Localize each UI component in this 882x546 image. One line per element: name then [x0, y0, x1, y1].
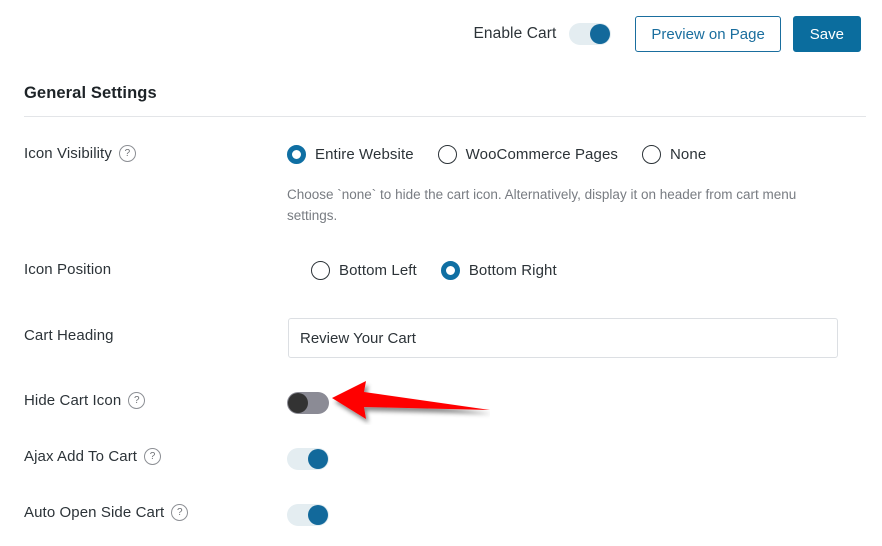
- icon-position-label: Icon Position: [24, 261, 112, 278]
- radio-option-bottom-right[interactable]: Bottom Right: [440, 261, 557, 280]
- enable-cart-toggle[interactable]: [569, 23, 612, 45]
- toggle-knob: [288, 393, 308, 413]
- icon-visibility-control: Entire Website WooCommerce Pages None: [287, 145, 706, 164]
- auto-open-side-cart-control: [287, 504, 329, 526]
- radio-option-bottom-left[interactable]: Bottom Left: [311, 261, 417, 280]
- hide-cart-icon-toggle[interactable]: [287, 392, 329, 414]
- radio-indicator[interactable]: [440, 261, 460, 280]
- cart-heading-label-group: Cart Heading: [24, 327, 114, 344]
- icon-visibility-label: Icon Visibility: [24, 145, 112, 162]
- radio-option-woocommerce-pages[interactable]: WooCommerce Pages: [437, 145, 618, 164]
- ajax-add-to-cart-toggle[interactable]: [287, 448, 329, 470]
- enable-cart-group: Enable Cart: [473, 23, 612, 45]
- top-action-bar: Enable Cart Preview on Page Save: [0, 0, 882, 68]
- help-icon[interactable]: ?: [144, 448, 162, 465]
- toggle-knob: [308, 505, 328, 525]
- icon-visibility-helptext: Choose `none` to hide the cart icon. Alt…: [287, 187, 797, 223]
- hide-cart-icon-label-group: Hide Cart Icon ?: [24, 392, 146, 409]
- toggle-knob: [308, 449, 328, 469]
- section-divider: [24, 116, 866, 117]
- radio-option-entire-website[interactable]: Entire Website: [287, 145, 414, 164]
- radio-indicator[interactable]: [437, 145, 457, 164]
- auto-open-side-cart-label-group: Auto Open Side Cart ?: [24, 504, 189, 521]
- cart-heading-label: Cart Heading: [24, 327, 114, 344]
- radio-label: Entire Website: [315, 146, 414, 163]
- radio-label: Bottom Left: [339, 262, 417, 279]
- help-icon[interactable]: ?: [171, 504, 189, 521]
- radio-label: Bottom Right: [468, 262, 557, 279]
- toggle-knob: [590, 24, 611, 44]
- preview-on-page-button[interactable]: Preview on Page: [635, 16, 781, 52]
- enable-cart-label: Enable Cart: [473, 25, 557, 42]
- radio-indicator[interactable]: [287, 145, 306, 164]
- icon-visibility-label-group: Icon Visibility ?: [24, 145, 136, 162]
- radio-indicator[interactable]: [311, 261, 330, 280]
- icon-visibility-radio-group: Entire Website WooCommerce Pages None: [287, 145, 706, 164]
- radio-label: None: [670, 146, 707, 163]
- radio-indicator[interactable]: [642, 145, 661, 164]
- hide-cart-icon-control: [287, 392, 329, 414]
- annotation-arrow-icon: [332, 381, 490, 419]
- page-title: General Settings: [24, 84, 157, 102]
- radio-option-none[interactable]: None: [642, 145, 706, 164]
- ajax-add-to-cart-label-group: Ajax Add To Cart ?: [24, 448, 162, 465]
- ajax-add-to-cart-control: [287, 448, 329, 470]
- radio-label: WooCommerce Pages: [465, 146, 618, 163]
- save-button[interactable]: Save: [792, 16, 861, 52]
- icon-position-label-group: Icon Position: [24, 261, 111, 278]
- auto-open-side-cart-label: Auto Open Side Cart: [24, 504, 165, 521]
- ajax-add-to-cart-label: Ajax Add To Cart: [24, 448, 138, 465]
- icon-position-radio-group: Bottom Left Bottom Right: [311, 261, 557, 280]
- help-icon[interactable]: ?: [128, 392, 146, 409]
- icon-position-control: Bottom Left Bottom Right: [311, 261, 557, 280]
- help-icon[interactable]: ?: [118, 145, 136, 162]
- cart-heading-input[interactable]: [288, 318, 838, 358]
- hide-cart-icon-label: Hide Cart Icon: [24, 392, 122, 409]
- auto-open-side-cart-toggle[interactable]: [287, 504, 329, 526]
